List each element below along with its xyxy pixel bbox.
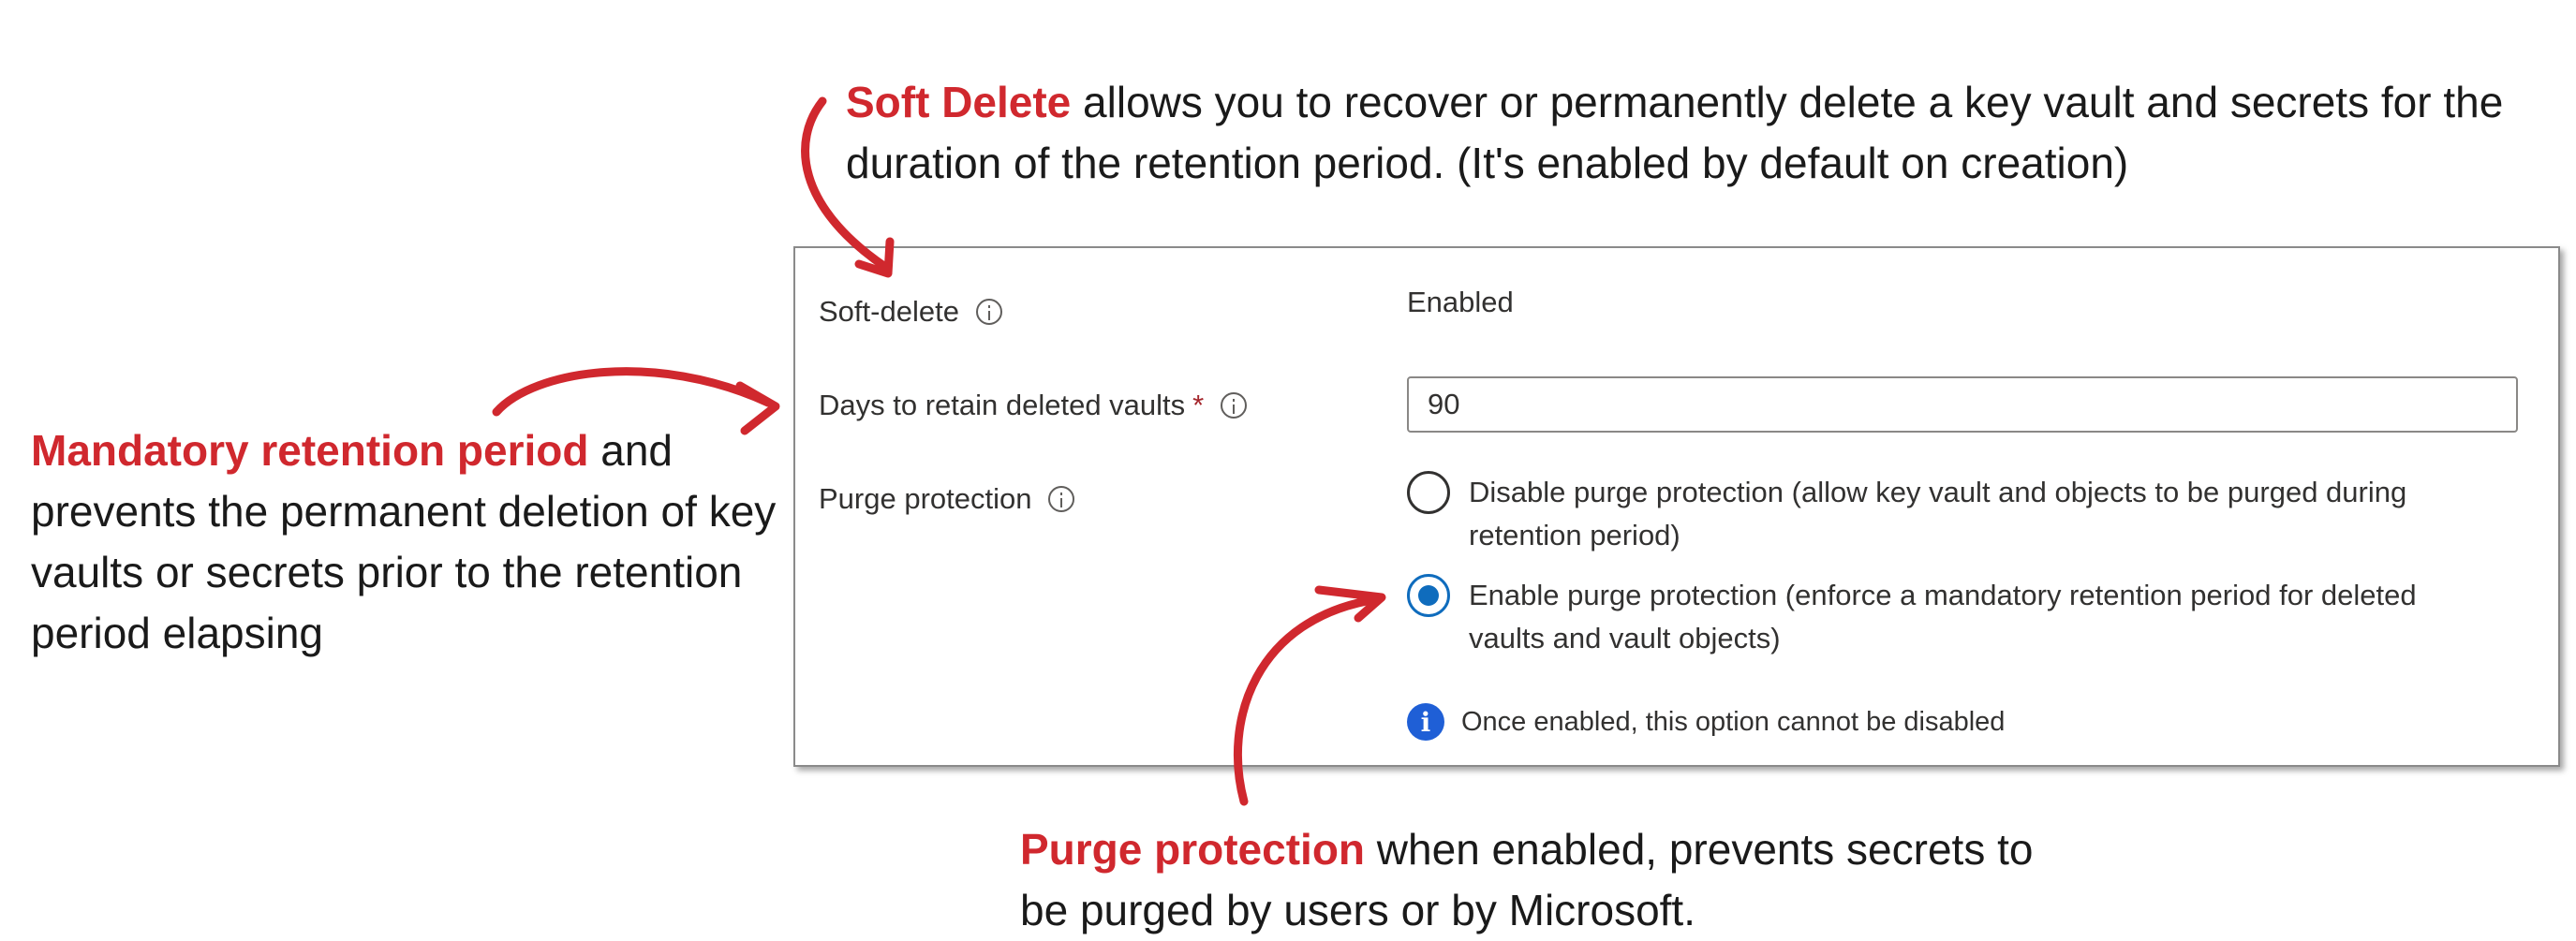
mandatory-arrowhead bbox=[735, 381, 780, 435]
mandatory-arrow bbox=[492, 367, 773, 417]
soft-delete-arrow bbox=[801, 96, 890, 272]
purge-arrow bbox=[1234, 595, 1382, 806]
annotation-arrows bbox=[492, 96, 1386, 806]
